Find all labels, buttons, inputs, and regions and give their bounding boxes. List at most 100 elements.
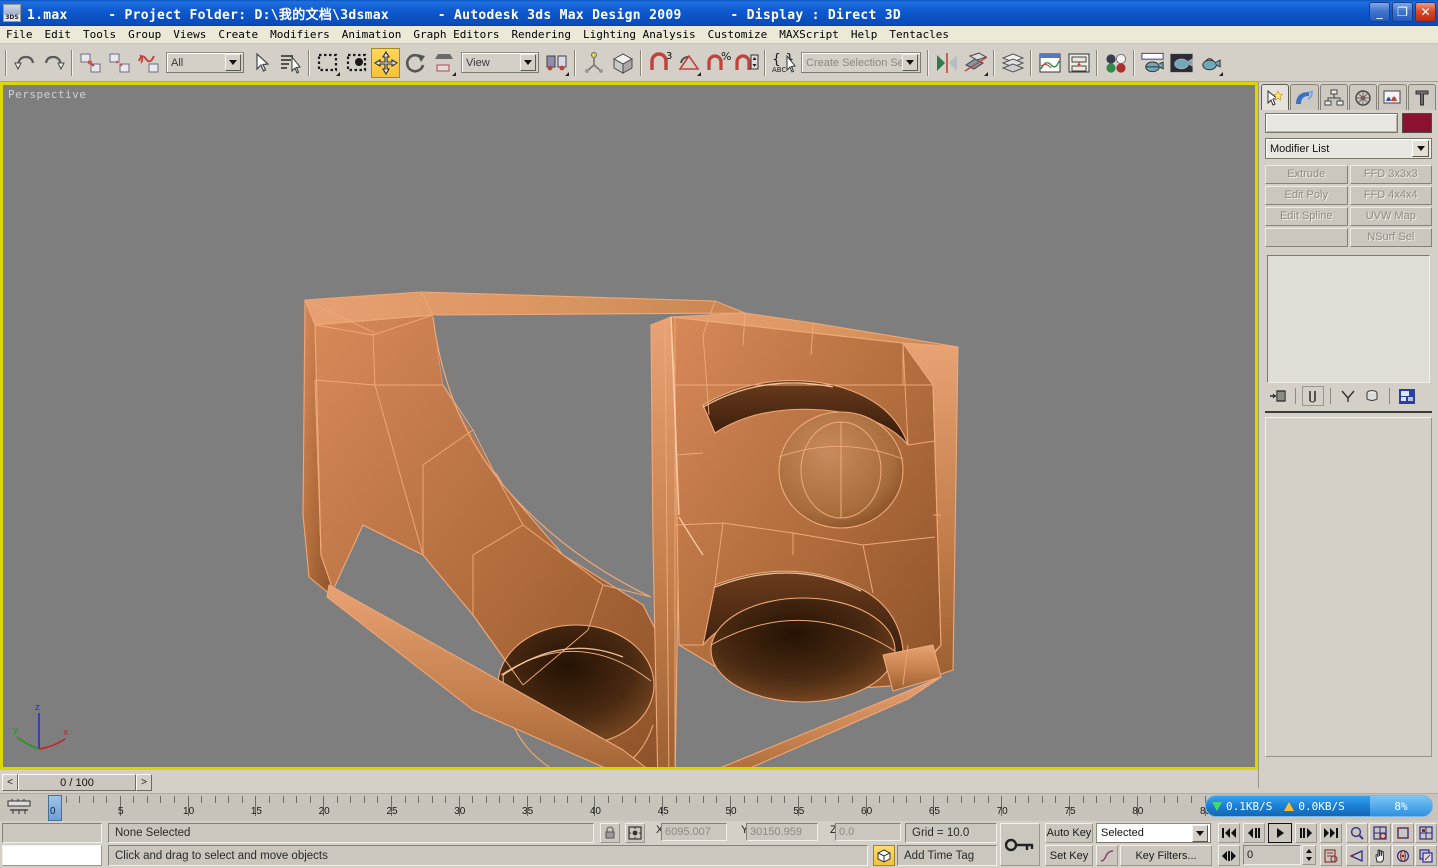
- menu-rendering[interactable]: Rendering: [505, 27, 577, 42]
- rectangular-selection-region-icon[interactable]: [313, 48, 342, 78]
- zoom-extents-all-icon[interactable]: [1415, 823, 1437, 843]
- chevron-down-icon[interactable]: [902, 54, 918, 71]
- menu-tentacles[interactable]: Tentacles: [883, 27, 955, 42]
- time-tag-icon[interactable]: [873, 845, 895, 866]
- menu-animation[interactable]: Animation: [336, 27, 408, 42]
- snaps-cube-icon[interactable]: [608, 48, 637, 78]
- key-mode-toggle-small-icon[interactable]: [1218, 845, 1240, 866]
- next-frame-icon[interactable]: [1295, 823, 1317, 843]
- snaps-toggle-icon[interactable]: 3: [645, 48, 674, 78]
- arc-rotate-icon[interactable]: [1392, 845, 1414, 866]
- absolute-relative-transform-toggle-icon[interactable]: [625, 823, 645, 843]
- frame-number-field[interactable]: 0: [1243, 845, 1301, 865]
- motion-tab[interactable]: [1348, 84, 1378, 110]
- modifier-button-edit-spline[interactable]: Edit Spline: [1265, 207, 1348, 226]
- add-time-tag-button[interactable]: Add Time Tag: [897, 845, 997, 866]
- chevron-down-icon[interactable]: [520, 54, 536, 71]
- open-mini-curve-editor-icon[interactable]: [6, 798, 32, 816]
- menu-lighting-analysis[interactable]: Lighting Analysis: [577, 27, 702, 42]
- window-crossing-icon[interactable]: [342, 48, 371, 78]
- edit-named-selection-sets-icon[interactable]: { } ABC: [769, 48, 798, 78]
- select-and-rotate-icon[interactable]: [400, 48, 429, 78]
- object-name-input[interactable]: [1265, 113, 1398, 133]
- select-object-icon[interactable]: [247, 48, 276, 78]
- menu-views[interactable]: Views: [167, 27, 212, 42]
- hierarchy-tab[interactable]: [1319, 84, 1348, 110]
- close-button[interactable]: ✕: [1415, 2, 1436, 22]
- zoom-extents-icon[interactable]: [1392, 823, 1414, 843]
- display-tab[interactable]: [1378, 84, 1407, 110]
- modifier-button-ffd-3x3x3[interactable]: FFD 3x3x3: [1349, 165, 1432, 184]
- current-frame-display[interactable]: 0 / 100: [18, 774, 136, 791]
- selection-filter-dropdown[interactable]: All: [166, 52, 244, 73]
- select-and-move-icon[interactable]: [371, 47, 400, 78]
- object-color-swatch[interactable]: [1402, 113, 1432, 133]
- align-icon[interactable]: [961, 48, 990, 78]
- bind-to-space-warp-icon[interactable]: [134, 48, 163, 78]
- show-end-result-icon[interactable]: [1302, 386, 1324, 406]
- menu-modifiers[interactable]: Modifiers: [264, 27, 336, 42]
- selection-lock-toggle-icon[interactable]: [600, 823, 620, 843]
- modifier-button-empty[interactable]: [1265, 228, 1348, 247]
- maxscript-mini-listener[interactable]: [2, 845, 102, 866]
- chevron-down-icon[interactable]: [225, 54, 241, 71]
- network-speed-widget[interactable]: 0.1KB/S 0.0KB/S 8%: [1205, 795, 1433, 817]
- modifier-button-nsurf-sel[interactable]: NSurf Sel: [1349, 228, 1432, 247]
- unlink-selection-icon[interactable]: [105, 48, 134, 78]
- maxscript-status-field[interactable]: [2, 823, 102, 843]
- previous-frame-button[interactable]: <: [2, 774, 18, 791]
- minimize-button[interactable]: _: [1369, 2, 1390, 22]
- modifier-button-edit-poly[interactable]: Edit Poly: [1265, 186, 1348, 205]
- modify-tab[interactable]: [1290, 84, 1319, 110]
- zoom-icon[interactable]: [1346, 823, 1368, 843]
- select-and-manipulate-icon[interactable]: [579, 48, 608, 78]
- auto-key-button[interactable]: Auto Key: [1045, 823, 1093, 843]
- utilities-tab[interactable]: [1407, 84, 1436, 110]
- percent-snap-toggle-icon[interactable]: %: [703, 48, 732, 78]
- render-setup-icon[interactable]: [1138, 48, 1167, 78]
- key-selection-set-dropdown[interactable]: Selected: [1096, 823, 1211, 843]
- menu-help[interactable]: Help: [845, 27, 884, 42]
- viewport-label[interactable]: Perspective: [8, 88, 86, 101]
- configure-modifier-sets-icon[interactable]: [1396, 386, 1418, 406]
- x-coordinate-field[interactable]: 6095.007: [661, 823, 727, 841]
- previous-frame-icon[interactable]: [1243, 823, 1265, 843]
- modifier-button-extrude[interactable]: Extrude: [1265, 165, 1348, 184]
- render-production-icon[interactable]: [1196, 48, 1225, 78]
- material-editor-icon[interactable]: [1101, 48, 1130, 78]
- pin-stack-icon[interactable]: [1267, 386, 1289, 406]
- viewport-canvas[interactable]: Perspective z y x: [3, 85, 1255, 767]
- menu-group[interactable]: Group: [122, 27, 167, 42]
- select-and-uniform-scale-icon[interactable]: [429, 48, 458, 78]
- modifier-button-ffd-4x4x4[interactable]: FFD 4x4x4: [1349, 186, 1432, 205]
- play-animation-icon[interactable]: [1268, 823, 1292, 843]
- menu-tools[interactable]: Tools: [77, 27, 122, 42]
- frame-spinner[interactable]: [1302, 845, 1316, 865]
- modifier-button-uvw-map[interactable]: UVW Map: [1349, 207, 1432, 226]
- select-by-name-icon[interactable]: [276, 48, 305, 78]
- restore-button[interactable]: ❐: [1392, 2, 1413, 22]
- time-configuration-icon[interactable]: [1320, 845, 1342, 866]
- key-mode-toggle-icon[interactable]: [1000, 823, 1040, 866]
- select-and-link-icon[interactable]: [76, 48, 105, 78]
- zoom-all-icon[interactable]: [1369, 823, 1391, 843]
- curve-editor-icon[interactable]: [1035, 48, 1064, 78]
- perspective-viewport[interactable]: Perspective z y x: [0, 82, 1258, 770]
- chevron-down-icon[interactable]: [1412, 140, 1429, 157]
- viewport-3d-model[interactable]: [3, 85, 1255, 767]
- next-frame-button[interactable]: >: [136, 774, 152, 791]
- go-to-start-icon[interactable]: [1218, 823, 1240, 843]
- key-filters-button[interactable]: Key Filters...: [1120, 845, 1212, 866]
- reference-coordinate-system-dropdown[interactable]: View: [461, 52, 539, 73]
- menu-customize[interactable]: Customize: [702, 27, 774, 42]
- layer-manager-icon[interactable]: [998, 48, 1027, 78]
- field-of-view-icon[interactable]: [1346, 845, 1368, 866]
- chevron-down-icon[interactable]: [1192, 824, 1208, 842]
- menu-file[interactable]: File: [0, 27, 39, 42]
- maximize-viewport-toggle-icon[interactable]: [1415, 845, 1437, 866]
- rendered-frame-window-icon[interactable]: [1167, 48, 1196, 78]
- use-pivot-point-center-icon[interactable]: [542, 48, 571, 78]
- modifier-list-dropdown[interactable]: Modifier List: [1265, 138, 1432, 159]
- z-coordinate-field[interactable]: 0.0: [835, 823, 901, 841]
- undo-icon[interactable]: [10, 48, 39, 78]
